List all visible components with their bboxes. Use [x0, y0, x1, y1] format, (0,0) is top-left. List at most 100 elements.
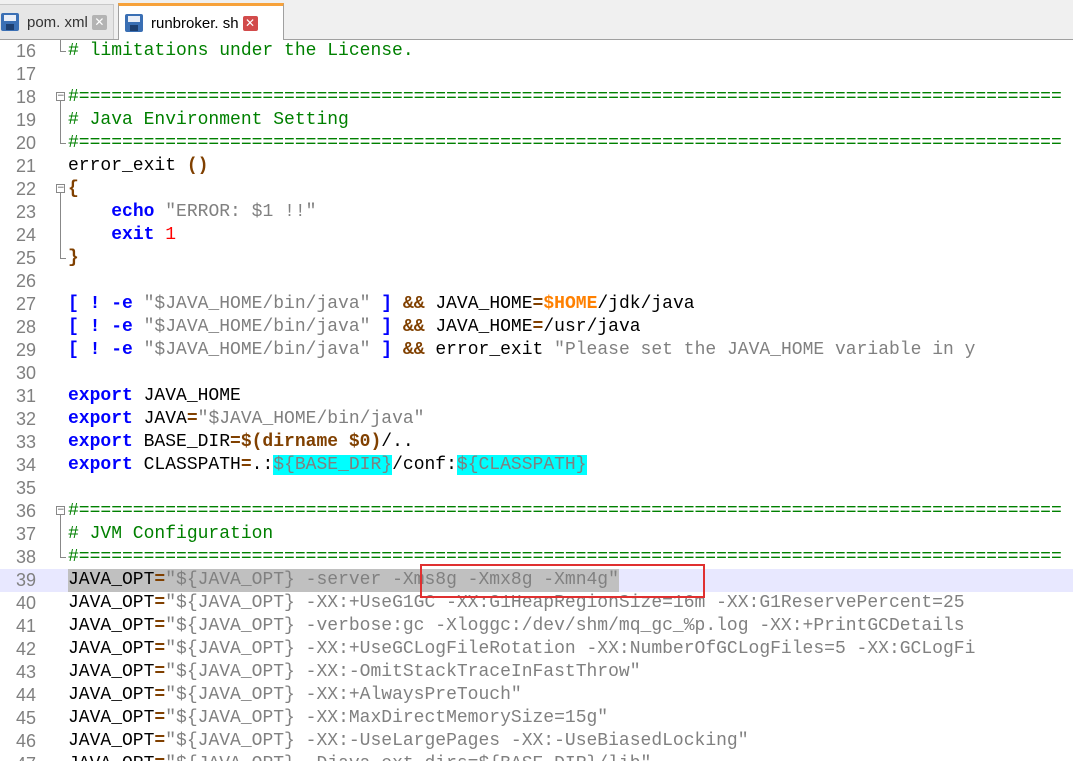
code-text: [ ! -e "$JAVA_HOME/bin/java" ] && error_…	[68, 339, 975, 362]
code-editor[interactable]: 16 # limitations under the License. 17 18− #…	[0, 40, 1073, 761]
fold-marker[interactable]: −	[54, 178, 68, 201]
collapse-icon[interactable]: −	[56, 506, 65, 515]
code-line[interactable]: 31 export JAVA_HOME	[0, 385, 1073, 408]
code-token: # JVM Configuration	[68, 524, 274, 544]
fold-marker[interactable]: −	[54, 500, 68, 523]
code-text: #=======================================…	[68, 500, 1062, 523]
line-number: 28	[15, 317, 36, 337]
code-line[interactable]: 33 export BASE_DIR=$(dirname $0)/..	[0, 431, 1073, 454]
code-token: #=======================================…	[68, 133, 1062, 153]
code-line[interactable]: 18 − #====================================…	[0, 86, 1073, 109]
code-line[interactable]: 23 echo "ERROR: $1 !!"	[0, 201, 1073, 224]
code-token: $HOME	[543, 294, 598, 314]
code-text: # JVM Configuration	[68, 523, 273, 546]
fold-marker	[54, 63, 68, 86]
code-line[interactable]: 36 − #====================================…	[0, 500, 1073, 523]
code-token: =	[154, 616, 166, 636]
fold-marker	[54, 40, 68, 63]
line-number: 34	[15, 455, 36, 475]
code-token: export	[68, 432, 133, 452]
code-line[interactable]: 16 # limitations under the License.	[0, 40, 1073, 63]
code-token: "Please set the JAVA_HOME variable in y	[554, 340, 976, 360]
code-token: {	[68, 179, 79, 199]
collapse-icon[interactable]: −	[56, 92, 65, 101]
fold-marker	[54, 431, 68, 454]
fold-marker	[54, 270, 68, 293]
code-token: [ ! -e	[68, 340, 133, 360]
code-line[interactable]: 46 JAVA_OPT="${JAVA_OPT} -XX:-UseLargePag…	[0, 730, 1073, 753]
code-line[interactable]: 29 [ ! -e "$JAVA_HOME/bin/java" ] && erro…	[0, 339, 1073, 362]
code-token: "${JAVA_OPT} -XX:+AlwaysPreTouch"	[165, 685, 522, 705]
close-tab-icon[interactable]: ✕	[242, 15, 258, 31]
line-number: 29	[15, 340, 36, 360]
line-number: 44	[15, 685, 36, 705]
code-line[interactable]: 41 JAVA_OPT="${JAVA_OPT} -verbose:gc -Xlo…	[0, 615, 1073, 638]
code-token: JAVA_OPT	[68, 685, 155, 705]
code-token: =$(dirname $0)	[230, 432, 382, 452]
code-text: JAVA_OPT="${JAVA_OPT} -verbose:gc -Xlogg…	[68, 615, 965, 638]
code-line[interactable]: 20 #=====================================…	[0, 132, 1073, 155]
fold-marker	[54, 684, 68, 707]
code-token: =	[154, 731, 166, 751]
code-token: error_exit	[68, 156, 187, 176]
code-token: /jdk/java	[597, 294, 695, 314]
code-line[interactable]: 47 JAVA_OPT="${JAVA_OPT} -Djava.ext.dirs=…	[0, 753, 1073, 761]
code-token: JAVA_OPT	[68, 639, 155, 659]
code-line[interactable]: 37 # JVM Configuration	[0, 523, 1073, 546]
code-line[interactable]: 25}	[0, 247, 1073, 270]
code-token: =	[154, 662, 166, 682]
code-line[interactable]: 28 [ ! -e "$JAVA_HOME/bin/java" ] && JAVA…	[0, 316, 1073, 339]
code-line[interactable]: 44 JAVA_OPT="${JAVA_OPT} -XX:+AlwaysPreTo…	[0, 684, 1073, 707]
code-token: error_exit	[424, 340, 555, 360]
tab-pom-xml[interactable]: pom. xml ✕	[0, 4, 114, 39]
code-token: JAVA_OPT	[68, 593, 155, 613]
code-token: =	[154, 708, 166, 728]
code-line[interactable]: 34 export CLASSPATH=.:${BASE_DIR}/conf:${…	[0, 454, 1073, 477]
code-token: /..	[381, 432, 414, 452]
code-token: JAVA_OPT	[68, 754, 154, 761]
code-line[interactable]: 17	[0, 63, 1073, 86]
code-line[interactable]: 27 [ ! -e "$JAVA_HOME/bin/java" ] && JAVA…	[0, 293, 1073, 316]
code-text: JAVA_OPT="${JAVA_OPT} -XX:-UseLargePages…	[68, 730, 749, 753]
line-number: 25	[15, 248, 36, 268]
code-token: ]	[381, 317, 393, 337]
close-tab-icon[interactable]: ✕	[91, 14, 107, 30]
code-text: export CLASSPATH=.:${BASE_DIR}/conf:${CL…	[68, 454, 587, 477]
fold-marker	[54, 293, 68, 316]
saved-file-icon	[125, 14, 143, 32]
tab-bar: pom. xml ✕ runbroker. sh ✕	[0, 0, 1073, 40]
line-number: 33	[15, 432, 36, 452]
code-token: JAVA_HOME	[132, 386, 241, 406]
code-line[interactable]: 21 error_exit ()	[0, 155, 1073, 178]
code-line[interactable]: 19 # Java Environment Setting	[0, 109, 1073, 132]
fold-marker	[54, 109, 68, 132]
collapse-icon[interactable]: −	[56, 184, 65, 193]
code-token: JAVA_OPT	[68, 708, 155, 728]
code-token: &&	[402, 317, 425, 337]
fold-marker	[54, 707, 68, 730]
fold-marker[interactable]: −	[54, 86, 68, 109]
code-line[interactable]: 32 export JAVA="$JAVA_HOME/bin/java"	[0, 408, 1073, 431]
code-token: ${CLASSPATH}	[456, 455, 587, 475]
code-line[interactable]: 30	[0, 362, 1073, 385]
code-token: export	[68, 409, 133, 429]
code-line[interactable]: 26	[0, 270, 1073, 293]
code-line[interactable]: 24 exit 1	[0, 224, 1073, 247]
tab-runbroker-sh[interactable]: runbroker. sh ✕	[118, 3, 284, 40]
fold-marker	[54, 592, 68, 615]
line-number: 27	[15, 294, 36, 314]
fold-marker	[54, 132, 68, 155]
fold-marker	[54, 546, 68, 569]
code-token: ${BASE_DIR}	[273, 455, 393, 475]
code-line[interactable]: 35	[0, 477, 1073, 500]
code-line[interactable]: 42 JAVA_OPT="${JAVA_OPT} -XX:+UseGCLogFil…	[0, 638, 1073, 661]
fold-marker	[54, 753, 68, 761]
fold-marker	[54, 224, 68, 247]
code-token: "$JAVA_HOME/bin/java"	[143, 294, 371, 314]
code-line[interactable]: 22 −{	[0, 178, 1073, 201]
code-line[interactable]: 45 JAVA_OPT="${JAVA_OPT} -XX:MaxDirectMem…	[0, 707, 1073, 730]
line-number: 47	[0, 753, 36, 761]
code-line[interactable]: 43 JAVA_OPT="${JAVA_OPT} -XX:-OmitStackTr…	[0, 661, 1073, 684]
code-token: =	[154, 570, 166, 590]
